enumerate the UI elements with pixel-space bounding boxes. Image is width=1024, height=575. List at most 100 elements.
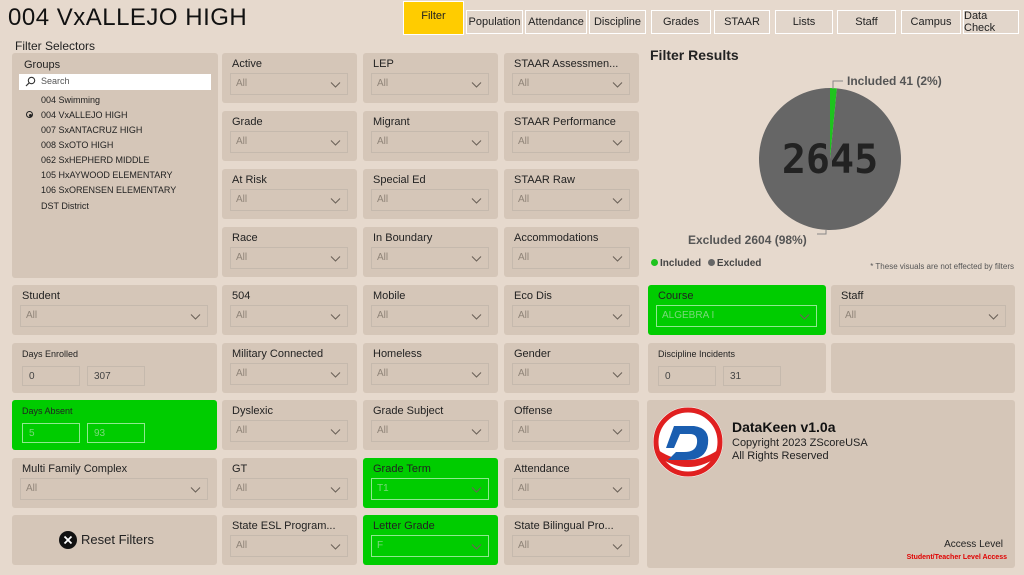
tab-discipline[interactable]: Discipline (589, 10, 646, 34)
lep-dropdown[interactable]: All (371, 73, 489, 95)
dyslexic-selected-value: All (236, 425, 248, 436)
special-ed-dropdown[interactable]: All (371, 189, 489, 211)
course-label: Course (658, 290, 694, 302)
groups-search-input[interactable]: Search (19, 74, 211, 90)
group-radio-selected[interactable] (26, 111, 33, 118)
attendance-dropdown[interactable]: All (512, 478, 630, 500)
staar-performance-label: STAAR Performance (514, 116, 616, 128)
active-dropdown[interactable]: All (230, 73, 348, 95)
group-item[interactable]: 007 SxANTACRUZ HIGH (41, 125, 142, 135)
student-dropdown[interactable]: All (20, 305, 208, 327)
group-item[interactable]: 008 SxOTO HIGH (41, 140, 113, 150)
accommodations-dropdown[interactable]: All (512, 247, 630, 269)
group-item[interactable]: 062 SxHEPHERD MIDDLE (41, 155, 150, 165)
504-selected-value: All (236, 310, 248, 321)
staar-raw-dropdown[interactable]: All (512, 189, 630, 211)
copyright-text: Copyright 2023 ZScoreUSA (732, 437, 868, 449)
rights-text: All Rights Reserved (732, 450, 829, 462)
group-item[interactable]: 004 VxALLEJO HIGH (41, 110, 128, 120)
in-boundary-dropdown[interactable]: All (371, 247, 489, 269)
days-absent-min-input[interactable]: 5 (22, 423, 80, 443)
504-dropdown[interactable]: All (230, 305, 348, 327)
tab-data-check[interactable]: Data Check (963, 10, 1019, 34)
tab-staff[interactable]: Staff (837, 10, 896, 34)
mobile-selected-value: All (377, 310, 389, 321)
letter-grade-dropdown[interactable]: F (371, 535, 489, 557)
days-enrolled-max-input[interactable]: 307 (87, 366, 145, 386)
tab-staar[interactable]: STAAR (714, 10, 770, 34)
course-dropdown[interactable]: ALGEBRA I (656, 305, 817, 327)
multi-family-complex-dropdown[interactable]: All (20, 478, 208, 500)
dyslexic-dropdown[interactable]: All (230, 420, 348, 442)
group-item[interactable]: 004 Swimming (41, 95, 100, 105)
empty-tile (831, 343, 1015, 393)
lep-selected-value: All (377, 78, 389, 89)
504-label: 504 (232, 290, 251, 302)
tab-campus[interactable]: Campus (901, 10, 961, 34)
student-label: Student (22, 290, 60, 302)
chevron-down-icon (988, 309, 999, 320)
active-filter: Active All (222, 53, 357, 103)
group-item[interactable]: 106 SxORENSEN ELEMENTARY (41, 185, 176, 195)
grade-dropdown[interactable]: All (230, 131, 348, 153)
chevron-down-icon (330, 539, 341, 550)
in-boundary-label: In Boundary (373, 232, 433, 244)
state-bilingual-program-dropdown[interactable]: All (512, 535, 630, 557)
discipline-incidents-min-input[interactable]: 0 (658, 366, 716, 386)
homeless-dropdown[interactable]: All (371, 363, 489, 385)
chevron-down-icon (330, 77, 341, 88)
active-label: Active (232, 58, 262, 70)
state-esl-program-selected-value: All (236, 540, 248, 551)
gender-dropdown[interactable]: All (512, 363, 630, 385)
special-ed-filter: Special Ed All (363, 169, 498, 219)
days-enrolled-min-input[interactable]: 0 (22, 366, 80, 386)
tab-grades[interactable]: Grades (651, 10, 711, 34)
staar-performance-selected-value: All (518, 136, 530, 147)
offense-dropdown[interactable]: All (512, 420, 630, 442)
tab-filter[interactable]: Filter (403, 1, 464, 35)
staar-assessment-selected-value: All (518, 78, 530, 89)
military-connected-selected-value: All (236, 368, 248, 379)
datakeen-logo-icon (653, 407, 723, 477)
military-connected-dropdown[interactable]: All (230, 363, 348, 385)
homeless-filter: Homeless All (363, 343, 498, 393)
letter-grade-filter: Letter Grade F (363, 515, 498, 565)
pie-legend: Included Excluded (651, 258, 761, 269)
staar-raw-label: STAAR Raw (514, 174, 575, 186)
mobile-label: Mobile (373, 290, 406, 302)
at-risk-dropdown[interactable]: All (230, 189, 348, 211)
results-pie-chart: 2645 (759, 80, 901, 235)
staar-assessment-dropdown[interactable]: All (512, 73, 630, 95)
chevron-down-icon (330, 424, 341, 435)
chevron-down-icon (612, 309, 623, 320)
reset-filters-label[interactable]: Reset Filters (81, 532, 154, 547)
chevron-down-icon (330, 367, 341, 378)
eco-dis-label: Eco Dis (514, 290, 552, 302)
chevron-down-icon (471, 309, 482, 320)
days-absent-label: Days Absent (22, 406, 73, 416)
staar-performance-dropdown[interactable]: All (512, 131, 630, 153)
lep-filter: LEP All (363, 53, 498, 103)
days-absent-max-input[interactable]: 93 (87, 423, 145, 443)
group-item[interactable]: DST District (41, 201, 89, 211)
multi-family-complex-filter: Multi Family Complex All (12, 458, 217, 508)
state-esl-program-dropdown[interactable]: All (230, 535, 348, 557)
discipline-incidents-max-input[interactable]: 31 (723, 366, 781, 386)
groups-label: Groups (24, 59, 61, 71)
grade-term-dropdown[interactable]: T1 (371, 478, 489, 500)
eco-dis-filter: Eco Dis All (504, 285, 639, 335)
eco-dis-dropdown[interactable]: All (512, 305, 630, 327)
migrant-dropdown[interactable]: All (371, 131, 489, 153)
tab-population[interactable]: Population (466, 10, 523, 34)
grade-subject-dropdown[interactable]: All (371, 420, 489, 442)
race-dropdown[interactable]: All (230, 247, 348, 269)
gt-dropdown[interactable]: All (230, 478, 348, 500)
tab-lists[interactable]: Lists (775, 10, 833, 34)
tab-attendance[interactable]: Attendance (525, 10, 587, 34)
group-item[interactable]: 105 HxAYWOOD ELEMENTARY (41, 170, 173, 180)
grade-selected-value: All (236, 136, 248, 147)
staff-dropdown[interactable]: All (839, 305, 1006, 327)
mobile-dropdown[interactable]: All (371, 305, 489, 327)
chevron-down-icon (190, 309, 201, 320)
state-esl-program-filter: State ESL Program... All (222, 515, 357, 565)
